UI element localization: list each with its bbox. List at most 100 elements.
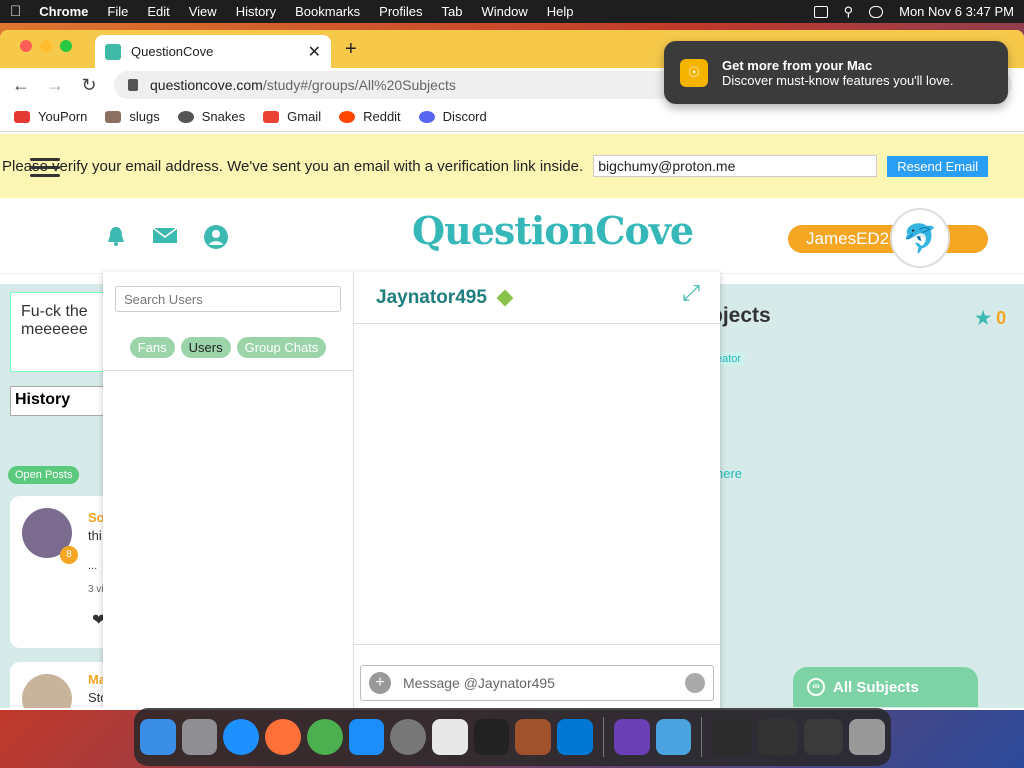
bookmark-gmail[interactable]: Gmail — [263, 109, 321, 124]
gmail-icon — [263, 110, 280, 123]
profile-icon[interactable] — [204, 225, 228, 249]
menu-tab[interactable]: Tab — [442, 4, 463, 19]
new-tab-icon[interactable]: + — [345, 38, 357, 61]
lock-icon[interactable] — [128, 79, 138, 91]
bookmark-label: Discord — [442, 109, 487, 124]
all-subjects-button[interactable]: ∞ All Subjects — [793, 667, 978, 707]
bookmark-label: Gmail — [287, 109, 322, 124]
hamburger-menu-icon[interactable] — [30, 158, 60, 182]
dock-separator — [602, 717, 604, 757]
questioncove-logo[interactable]: QuestionCove — [412, 208, 694, 253]
resend-email-button[interactable]: Resend Email — [887, 155, 989, 177]
score-counter: ★ 0 — [975, 308, 1006, 329]
message-placeholder: Message @Jaynator495 — [403, 675, 555, 691]
minimize-window-button[interactable] — [40, 40, 52, 52]
chat-panel: Search Users Fans Users Group Chats Jayn… — [103, 272, 720, 708]
filter-users[interactable]: Users — [180, 337, 231, 358]
terminal-icon[interactable] — [473, 719, 510, 755]
message-input[interactable]: + Message @Jaynator495 — [360, 665, 714, 701]
reload-icon[interactable]: ↻ — [80, 75, 98, 96]
verify-email-field[interactable]: bigchumy@proton.me — [593, 155, 878, 177]
chat-compose-area: + Message @Jaynator495 — [354, 644, 720, 708]
vscode-icon[interactable] — [557, 719, 593, 755]
menu-history[interactable]: History — [236, 4, 276, 19]
post-author-avatar — [22, 674, 72, 708]
safari-icon[interactable] — [223, 719, 260, 755]
back-arrow-icon[interactable]: ← — [12, 75, 30, 96]
close-window-button[interactable] — [20, 40, 32, 52]
weather-icon[interactable] — [655, 719, 692, 755]
verify-email-bar: Please verify your email address. We've … — [0, 134, 1024, 198]
chrome-icon[interactable] — [306, 719, 343, 755]
app-store-icon[interactable] — [348, 719, 385, 755]
visual-studio-icon[interactable] — [613, 719, 650, 755]
menu-profiles[interactable]: Profiles — [379, 4, 422, 19]
notification-body: Discover must-know features you'll love. — [722, 72, 954, 88]
dock-separator — [701, 717, 703, 757]
post-ellipsis: ... — [88, 560, 98, 572]
tab-title: QuestionCove — [131, 44, 214, 59]
bookmark-label: Reddit — [363, 109, 401, 124]
infinity-icon: ∞ — [807, 678, 825, 696]
expand-icon[interactable]: ⤢ — [682, 280, 700, 306]
all-subjects-label: All Subjects — [833, 678, 919, 696]
search-users-input[interactable]: Search Users — [115, 286, 341, 312]
recent-window-thumbnail[interactable] — [712, 719, 752, 755]
slug-image-icon — [105, 110, 122, 123]
attach-plus-icon[interactable]: + — [369, 672, 391, 694]
discord-icon — [418, 110, 435, 123]
finder-icon[interactable] — [140, 719, 176, 755]
bookmark-label: slugs — [129, 109, 160, 124]
control-center-icon[interactable] — [869, 5, 884, 18]
bookmark-slugs[interactable]: slugs — [105, 109, 160, 124]
medal-icon: ★ — [975, 308, 992, 328]
recent-window-thumbnail[interactable] — [803, 719, 844, 755]
bookmark-snakes[interactable]: Snakes — [177, 109, 246, 124]
mac-notification[interactable]: ☉ Get more from your Mac Discover must-k… — [664, 41, 1008, 104]
spotlight-search-icon[interactable]: ⚲ — [844, 4, 854, 20]
tab-questioncove[interactable]: QuestionCove ✕ — [95, 35, 331, 68]
menu-view[interactable]: View — [189, 4, 217, 19]
emoji-icon[interactable] — [685, 673, 705, 693]
bell-icon[interactable] — [105, 225, 127, 247]
bookmark-label: Snakes — [201, 109, 246, 124]
screen-mirror-icon[interactable] — [813, 5, 828, 18]
bookmark-discord[interactable]: Discord — [418, 109, 487, 124]
filter-group-chats[interactable]: Group Chats — [236, 337, 327, 358]
firefox-icon[interactable] — [265, 719, 301, 755]
menu-help[interactable]: Help — [547, 4, 574, 19]
menu-edit[interactable]: Edit — [147, 4, 169, 19]
menu-file[interactable]: File — [107, 4, 128, 19]
post-meta: 3 vi — [88, 584, 104, 595]
window-controls — [20, 40, 72, 52]
close-tab-icon[interactable]: ✕ — [308, 42, 321, 62]
trash-icon[interactable] — [849, 719, 886, 755]
textedit-icon[interactable] — [432, 719, 468, 755]
url-path: /study#/groups/All%20Subjects — [262, 77, 456, 93]
open-posts-tab[interactable]: Open Posts — [8, 466, 80, 484]
user-avatar-dolphin[interactable]: 🐬 — [890, 208, 950, 268]
post-text: thi — [88, 528, 102, 543]
menu-app-name[interactable]: Chrome — [39, 4, 88, 19]
bookmark-youporn[interactable]: YouPorn — [14, 109, 87, 124]
menu-bookmarks[interactable]: Bookmarks — [295, 4, 360, 19]
chat-filter-tabs: Fans Users Group Chats — [103, 322, 353, 371]
bookmark-reddit[interactable]: Reddit — [339, 109, 401, 124]
filter-fans[interactable]: Fans — [129, 337, 175, 358]
garageband-icon[interactable] — [515, 719, 552, 755]
maximize-window-button[interactable] — [60, 40, 72, 52]
recent-window-thumbnail[interactable] — [758, 719, 798, 755]
mail-icon[interactable] — [152, 225, 178, 247]
bookmark-label: YouPorn — [38, 109, 88, 124]
menu-clock[interactable]: Mon Nov 6 3:47 PM — [899, 4, 1014, 19]
system-settings-icon[interactable] — [390, 719, 427, 755]
username-pill[interactable]: JamesED2 — [788, 225, 988, 253]
launchpad-icon[interactable] — [181, 719, 218, 755]
chat-conversation-pane: Jaynator495 ⤢ + Message @Jaynator495 — [354, 272, 720, 708]
chat-contact-name[interactable]: Jaynator495 — [376, 287, 487, 309]
bookmarks-bar: YouPorn slugs Snakes Gmail Reddit Discor… — [0, 102, 1024, 132]
apple-icon[interactable]:  — [10, 3, 21, 20]
forward-arrow-icon[interactable]: → — [46, 75, 64, 96]
site-header: QuestionCove JamesED2 🐬 — [0, 198, 1024, 274]
menu-window[interactable]: Window — [482, 4, 528, 19]
